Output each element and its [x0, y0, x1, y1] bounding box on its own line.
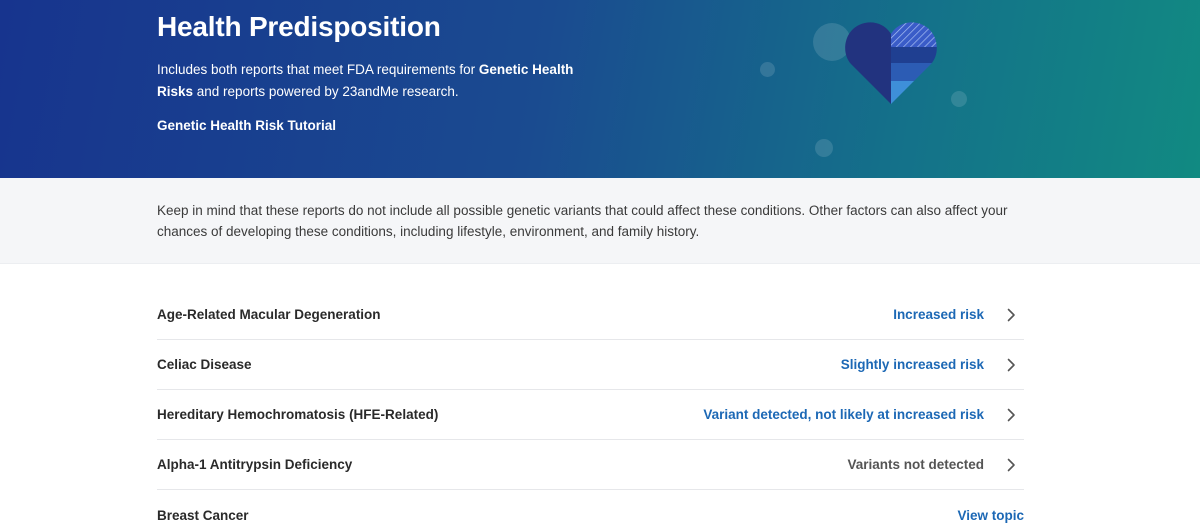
report-status: Variants not detected — [847, 457, 984, 472]
disclaimer-text: Keep in mind that these reports do not i… — [157, 203, 1008, 239]
report-status: Variant detected, not likely at increase… — [703, 407, 984, 422]
heart-icon — [845, 22, 937, 104]
report-name: Breast Cancer — [157, 507, 249, 523]
decorative-bubble — [815, 139, 833, 157]
report-row-macular-degeneration[interactable]: Age-Related Macular Degeneration Increas… — [157, 290, 1024, 340]
report-status: Slightly increased risk — [840, 357, 984, 372]
report-row-hemochromatosis[interactable]: Hereditary Hemochromatosis (HFE-Related)… — [157, 390, 1024, 440]
page-title: Health Predisposition — [157, 11, 441, 42]
report-row-breast-cancer[interactable]: Breast Cancer View topic — [157, 490, 1024, 528]
hero-description: Includes both reports that meet FDA requ… — [157, 59, 577, 103]
hero-description-text-end: and reports powered by 23andMe research. — [193, 84, 459, 99]
disclaimer-notice: Keep in mind that these reports do not i… — [0, 178, 1200, 264]
report-name: Alpha-1 Antitrypsin Deficiency — [157, 457, 353, 472]
report-row-celiac-disease[interactable]: Celiac Disease Slightly increased risk — [157, 340, 1024, 390]
report-name: Age-Related Macular Degeneration — [157, 307, 381, 322]
report-name: Celiac Disease — [157, 357, 252, 372]
hero-banner: Health Predisposition Includes both repo… — [0, 0, 1200, 178]
decorative-bubble — [760, 62, 775, 77]
report-list: Age-Related Macular Degeneration Increas… — [157, 290, 1024, 528]
tutorial-link[interactable]: Genetic Health Risk Tutorial — [157, 118, 336, 133]
report-row-alpha-1-antitrypsin[interactable]: Alpha-1 Antitrypsin Deficiency Variants … — [157, 440, 1024, 490]
decorative-bubble — [951, 91, 967, 107]
report-status: Increased risk — [893, 307, 984, 322]
chevron-right-icon — [1007, 358, 1015, 372]
chevron-right-icon — [1007, 308, 1015, 322]
chevron-right-icon — [1007, 458, 1015, 472]
view-topic-link[interactable]: View topic — [957, 508, 1024, 523]
hero-description-text: Includes both reports that meet FDA requ… — [157, 62, 479, 77]
report-name: Hereditary Hemochromatosis (HFE-Related) — [157, 407, 439, 422]
hero-content: Health Predisposition Includes both repo… — [157, 10, 577, 135]
chevron-right-icon — [1007, 408, 1015, 422]
